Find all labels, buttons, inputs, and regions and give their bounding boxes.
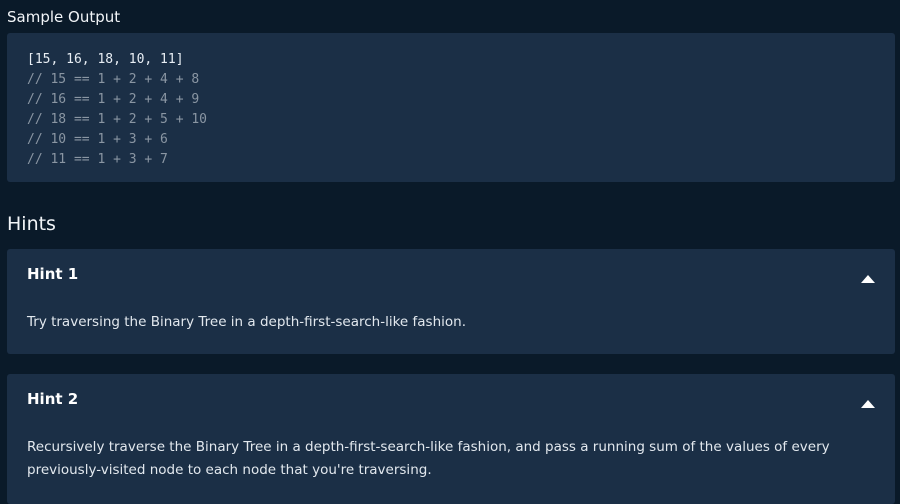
code-comment-line: // 10 == 1 + 3 + 6 xyxy=(27,132,168,147)
code-line: [15, 16, 18, 10, 11] xyxy=(27,52,184,67)
hint-header-2[interactable]: Hint 2 xyxy=(7,374,895,426)
hint-title: Hint 1 xyxy=(27,265,79,283)
chevron-up-icon[interactable] xyxy=(860,270,876,283)
hints-heading: Hints xyxy=(7,213,56,235)
code-comment-line: // 16 == 1 + 2 + 4 + 9 xyxy=(27,92,200,107)
hint-card-2: Hint 2 Recursively traverse the Binary T… xyxy=(7,374,895,504)
code-comment-line: // 11 == 1 + 3 + 7 xyxy=(27,152,168,167)
code-comment-line: // 15 == 1 + 2 + 4 + 8 xyxy=(27,72,200,87)
hint-body: Try traversing the Binary Tree in a dept… xyxy=(27,314,466,330)
hint-header-1[interactable]: Hint 1 xyxy=(7,249,895,301)
code-comment-line: // 18 == 1 + 2 + 5 + 10 xyxy=(27,112,208,127)
sample-output-code-block: [15, 16, 18, 10, 11] // 15 == 1 + 2 + 4 … xyxy=(7,33,895,182)
chevron-up-icon[interactable] xyxy=(860,395,876,408)
hint-title: Hint 2 xyxy=(27,390,79,408)
hint-card-1: Hint 1 Try traversing the Binary Tree in… xyxy=(7,249,895,354)
sample-output-label: Sample Output xyxy=(7,8,121,26)
hint-body: Recursively traverse the Binary Tree in … xyxy=(27,439,830,478)
